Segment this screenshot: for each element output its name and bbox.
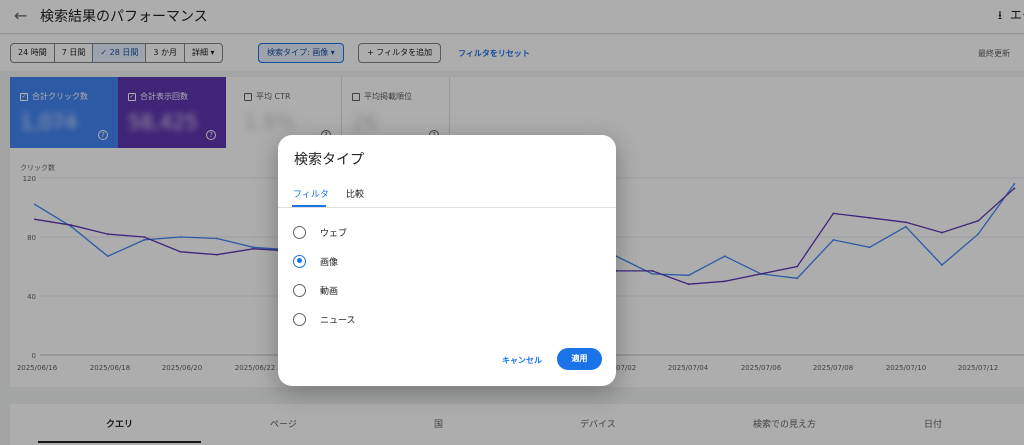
option-label: ウェブ <box>320 228 348 239</box>
radio-button[interactable] <box>293 225 306 239</box>
option-video[interactable]: 動画 <box>293 282 338 298</box>
option-label: ニュース <box>320 315 356 326</box>
option-label: 画像 <box>320 257 339 268</box>
option-news[interactable]: ニュース <box>293 311 356 327</box>
dialog-title: 検索タイプ <box>294 152 364 168</box>
apply-button[interactable]: 適用 <box>557 348 602 370</box>
dialog-tab-filter[interactable]: フィルタ <box>293 187 329 200</box>
option-image[interactable]: 画像 <box>293 253 338 269</box>
dialog-divider <box>278 207 616 208</box>
dialog-tab-compare[interactable]: 比較 <box>346 187 364 200</box>
radio-button[interactable] <box>293 312 306 326</box>
radio-button[interactable] <box>293 283 306 297</box>
cancel-button[interactable]: キャンセル <box>502 355 542 366</box>
radio-button-selected[interactable] <box>293 254 306 268</box>
option-label: 動画 <box>320 286 339 297</box>
search-type-dialog: 検索タイプ フィルタ 比較 ウェブ 画像 動画 ニュース キャンセル 適用 <box>278 135 616 386</box>
option-web[interactable]: ウェブ <box>293 224 347 240</box>
